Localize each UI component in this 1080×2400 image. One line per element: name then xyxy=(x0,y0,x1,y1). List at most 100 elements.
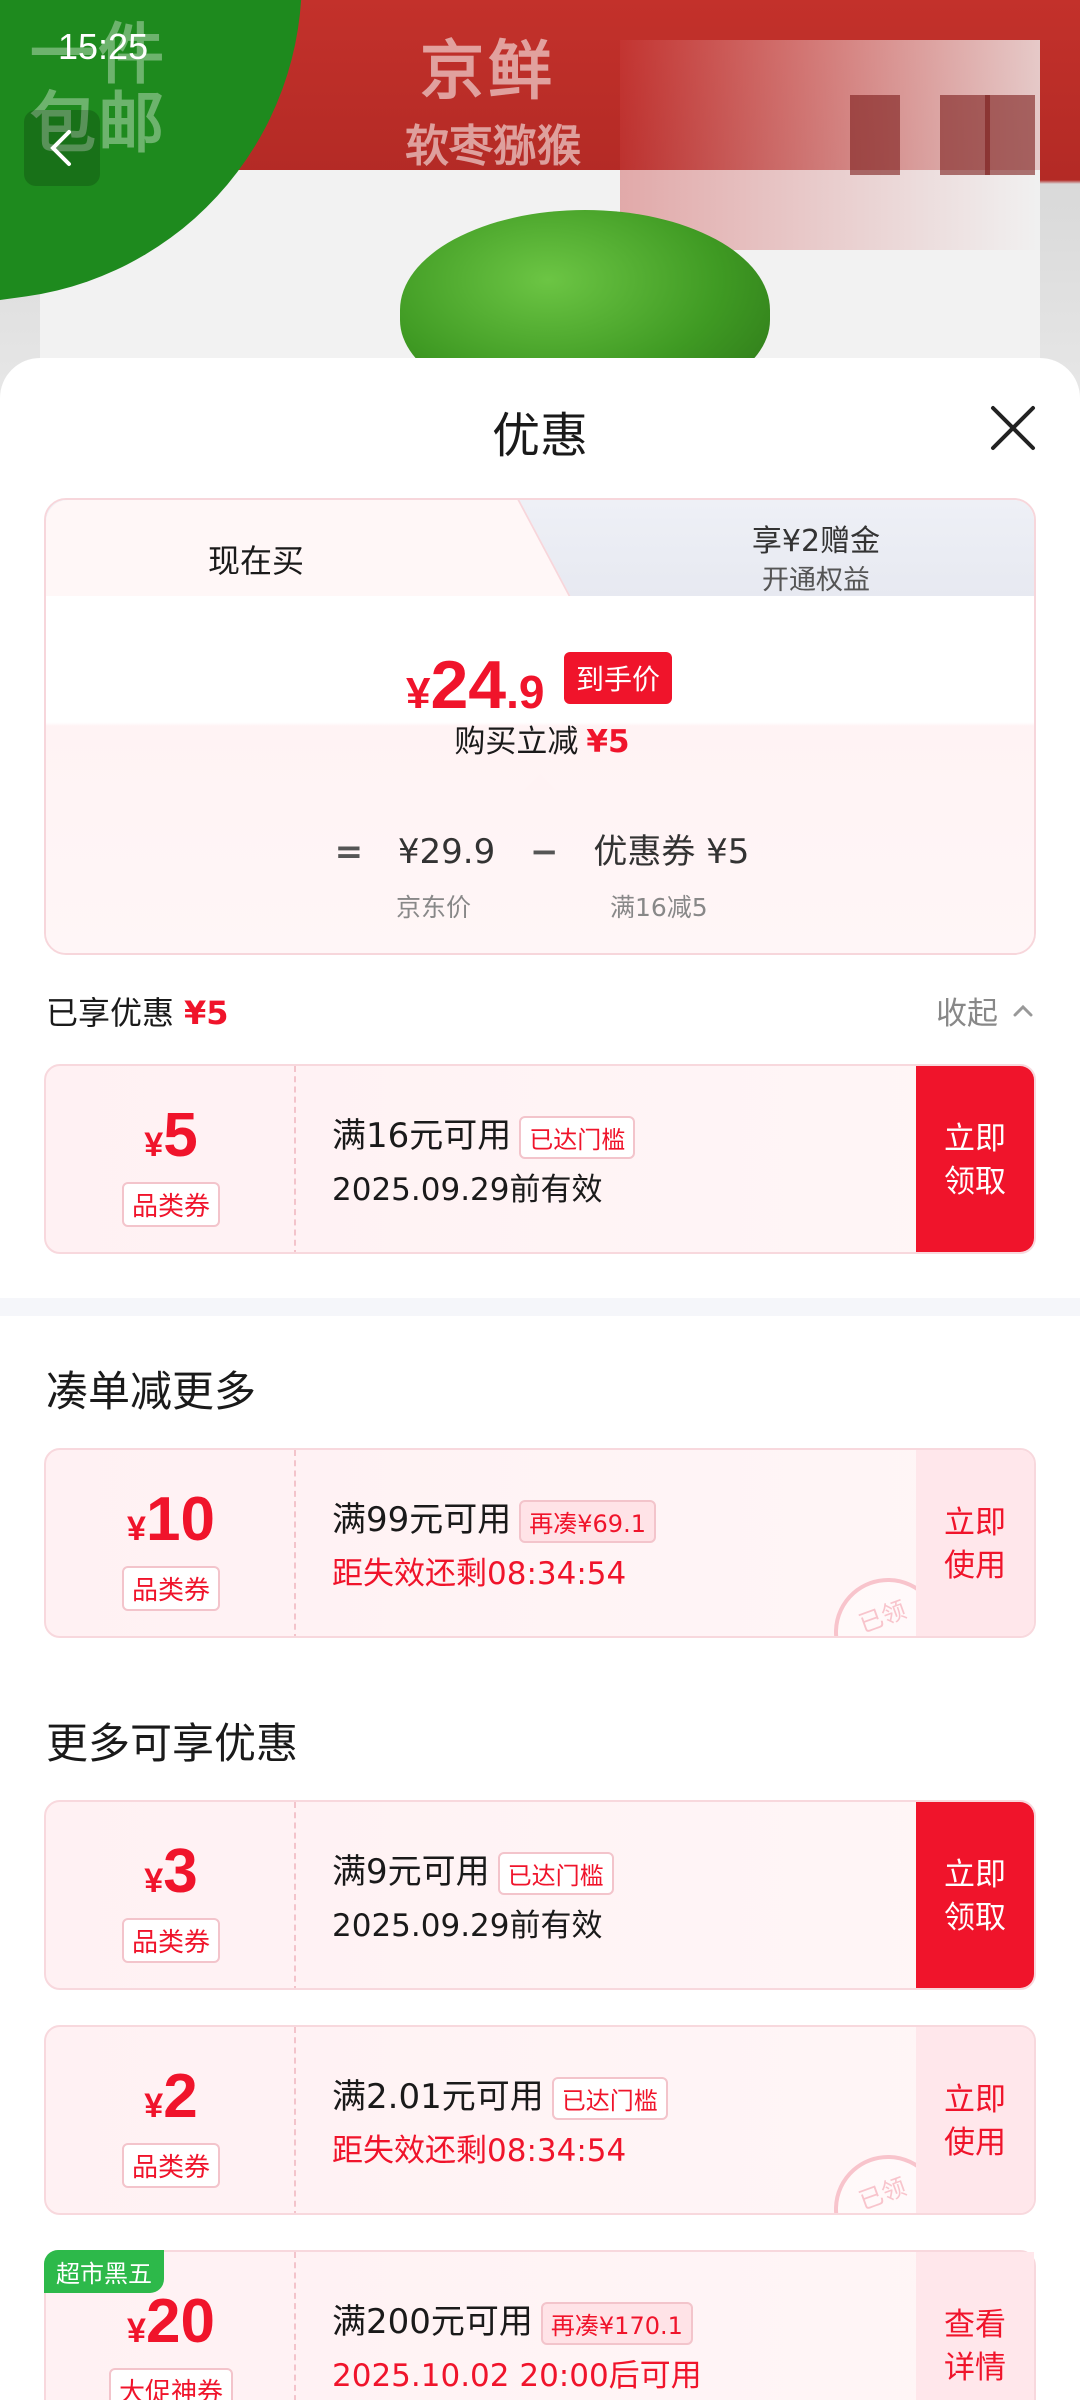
use-coupon-label: 立即 使用 xyxy=(944,1502,1006,1589)
coupon-value: 3 xyxy=(163,1837,198,1906)
action-line-1: 立即 xyxy=(944,1120,1006,1157)
coupon-amount-panel: ¥10 品类券 xyxy=(46,1450,296,1636)
product-brand-text: 京鲜 xyxy=(420,35,556,109)
divider-notch xyxy=(524,774,556,790)
action-line-2: 领取 xyxy=(944,1164,1006,1200)
coupon-amount: ¥5 xyxy=(46,1100,296,1171)
action-line-2: 领取 xyxy=(944,1900,1006,1936)
coupon-amount-panel: ¥5 品类券 xyxy=(46,1066,296,1252)
coupon-validity: 2025.09.29前有效 xyxy=(332,1908,603,1944)
enjoyed-label: 已享优惠 xyxy=(46,994,175,1032)
coupon-type: 品类券 xyxy=(46,1566,296,1611)
coupon-type-label: 品类券 xyxy=(121,1918,220,1963)
coupon-card: 超市黑五 ¥20 大促神券 满200元可用 再凑¥170.1 2025.10.02… xyxy=(44,2250,1036,2400)
coupon-currency: ¥ xyxy=(127,2312,146,2350)
tab-buy-now[interactable]: 现在买 xyxy=(46,500,486,600)
action-line-1: 立即 xyxy=(944,2081,1006,2118)
coupon-validity: 2025.09.29前有效 xyxy=(332,1172,603,1208)
claim-coupon-button[interactable]: 立即 领取 xyxy=(916,1066,1034,1252)
discount-bottom-sheet: 优惠 享¥2赠金 开通权益 现在买 ¥24.9 到手价 购买立减 ¥5 = ¥29… xyxy=(0,358,1080,2400)
close-button[interactable] xyxy=(985,400,1041,456)
coupon-condition-text: 满200元可用 xyxy=(332,2302,533,2342)
coupon-validity: 2025.10.02 20:00后可用 xyxy=(332,2358,702,2394)
coupon-condition: 满200元可用 再凑¥170.1 xyxy=(332,2294,693,2345)
use-coupon-button[interactable]: 立即 使用 xyxy=(916,2027,1034,2213)
coupon-value: 5 xyxy=(163,1101,198,1170)
coupon-type: 品类券 xyxy=(46,1918,296,1963)
coupon-threshold-tag: 已达门槛 xyxy=(519,1116,636,1159)
coupon-type: 大促神券 xyxy=(46,2368,296,2400)
action-line-2: 使用 xyxy=(944,2125,1006,2161)
product-subtitle-text: 软枣猕猴 xyxy=(405,121,581,172)
price-decimal: .9 xyxy=(506,666,545,718)
coupon-condition-text: 满99元可用 xyxy=(332,1500,512,1540)
price-integer: 24 xyxy=(430,647,507,723)
coupon-type: 品类券 xyxy=(46,1182,296,1227)
claim-coupon-label: 立即 领取 xyxy=(944,1118,1006,1205)
original-price-label: 京东价 xyxy=(396,893,472,922)
coupon-card: ¥3 品类券 满9元可用 已达门槛 2025.09.29前有效 立即领取 xyxy=(44,1800,1036,1990)
action-line-2: 详情 xyxy=(944,2350,1006,2386)
coupon-type-label: 大促神券 xyxy=(108,2368,233,2400)
price-formula: = ¥29.9 − 优惠券 ¥5 xyxy=(46,824,1034,873)
mosaic-block xyxy=(850,95,900,175)
chevron-left-icon xyxy=(50,130,71,166)
collapse-button[interactable]: 收起 xyxy=(936,988,998,1033)
coupon-countdown: 距失效还剩08:34:54 xyxy=(332,1556,627,1592)
section-divider xyxy=(0,1298,1080,1316)
coupon-amount: ¥10 xyxy=(46,1484,296,1555)
coupon-amount: ¥20 xyxy=(46,2286,296,2357)
section-title-more-order: 凑单减更多 xyxy=(46,1367,257,1416)
price-currency: ¥ xyxy=(406,669,431,718)
sheet-title: 优惠 xyxy=(491,408,588,464)
coupon-condition: 满99元可用 再凑¥69.1 xyxy=(332,1492,656,1543)
product-image-header: 京鲜 软枣猕猴 一件 包邮 15:25 xyxy=(0,0,1080,400)
claim-coupon-button[interactable]: 立即 领取 xyxy=(916,1802,1034,1988)
minus-sign: − xyxy=(530,832,559,872)
section-title-more-discounts: 更多可享优惠 xyxy=(46,1719,299,1768)
final-price-badge: 到手价 xyxy=(564,652,673,704)
coupon-condition-text: 满2.01元可用 xyxy=(332,2077,544,2117)
coupon-threshold-tag: 已达门槛 xyxy=(497,1852,614,1895)
enjoyed-discount: 已享优惠 ¥5 xyxy=(46,988,229,1034)
claim-coupon-label: 立即 领取 xyxy=(944,1854,1006,1941)
coupon-amount: ¥2 xyxy=(46,2061,296,2132)
coupon-type-label: 品类券 xyxy=(121,1566,220,1611)
coupon-deduction: 优惠券 ¥5 xyxy=(593,832,750,872)
original-price: ¥29.9 xyxy=(397,832,496,872)
view-details-label: 查看 详情 xyxy=(944,2304,1006,2391)
action-line-1: 立即 xyxy=(944,1856,1006,1893)
equals-sign: = xyxy=(334,832,364,872)
coupon-countdown: 距失效还剩08:34:54 xyxy=(332,2133,627,2169)
enjoyed-amount: ¥5 xyxy=(184,994,229,1032)
coupon-amount: ¥3 xyxy=(46,1836,296,1907)
coupon-currency: ¥ xyxy=(144,2087,164,2125)
use-coupon-label: 立即 使用 xyxy=(944,2079,1006,2166)
coupon-condition-text: 满9元可用 xyxy=(332,1852,490,1892)
use-coupon-button[interactable]: 立即 使用 xyxy=(916,1450,1034,1636)
coupon-card: ¥10 品类券 满99元可用 再凑¥69.1 距失效还剩08:34:54 已领 立… xyxy=(44,1448,1036,1638)
coupon-currency: ¥ xyxy=(144,1126,164,1164)
promo-badge: 超市黑五 xyxy=(44,2250,164,2293)
action-line-2: 使用 xyxy=(944,1548,1006,1584)
mosaic-block xyxy=(985,95,1035,175)
reduction-label: 购买立减 xyxy=(454,724,579,760)
coupon-threshold-tag: 已达门槛 xyxy=(551,2077,668,2120)
status-bar-time: 15:25 xyxy=(58,26,149,67)
price-body: ¥24.9 到手价 购买立减 ¥5 = ¥29.9 − 优惠券 ¥5 京东价 满1… xyxy=(46,596,1034,953)
coupon-currency: ¥ xyxy=(127,1510,146,1548)
coupon-currency: ¥ xyxy=(144,1862,164,1900)
coupon-card: ¥2 品类券 满2.01元可用 已达门槛 距失效还剩08:34:54 已领 立即使… xyxy=(44,2025,1036,2215)
tab-membership-sublabel: 开通权益 xyxy=(762,565,870,596)
view-details-button[interactable]: 查看 详情 xyxy=(916,2252,1034,2400)
coupon-condition: 满9元可用 已达门槛 xyxy=(332,1844,614,1895)
coupon-value: 10 xyxy=(145,1485,215,1554)
tab-buy-now-label: 现在买 xyxy=(207,542,304,580)
coupon-amount-panel: ¥3 品类券 xyxy=(46,1802,296,1988)
chevron-up-icon[interactable] xyxy=(1010,998,1036,1024)
coupon-condition-label: 满16减5 xyxy=(610,893,708,922)
action-line-1: 立即 xyxy=(944,1504,1006,1541)
coupon-add-more-tag: 再凑¥69.1 xyxy=(519,1500,656,1543)
coupon-type-label: 品类券 xyxy=(121,2143,220,2188)
back-button[interactable] xyxy=(24,110,100,186)
